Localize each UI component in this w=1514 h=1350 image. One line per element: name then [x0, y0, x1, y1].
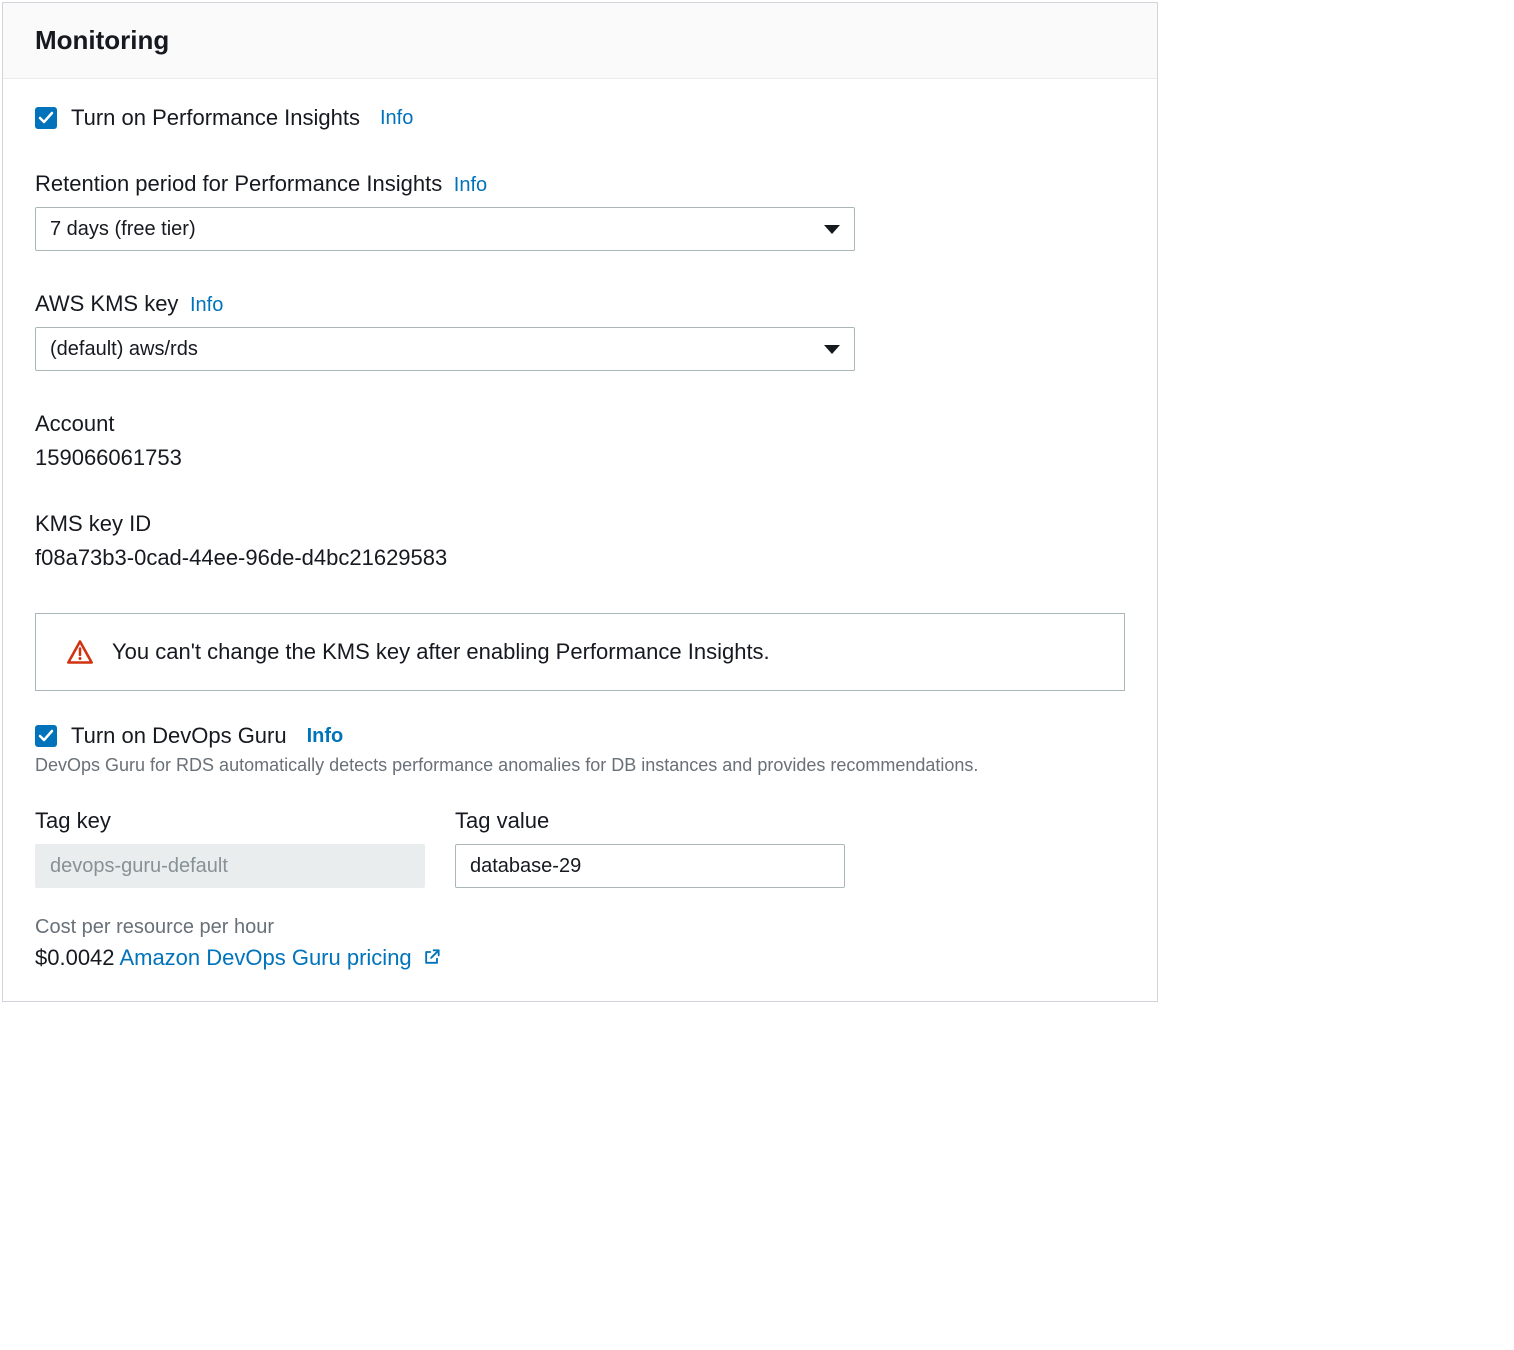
panel-title: Monitoring [35, 25, 1125, 56]
cost-value: $0.0042 [35, 945, 115, 970]
kms-key-select-value: (default) aws/rds [50, 338, 198, 361]
devops-guru-row: Turn on DevOps Guru Info [35, 723, 1125, 749]
tag-key-value: devops-guru-default [50, 855, 228, 878]
tag-value-label: Tag value [455, 808, 845, 834]
tag-value-input[interactable] [455, 844, 845, 888]
devops-guru-checkbox[interactable] [35, 725, 57, 747]
tag-key-col: Tag key devops-guru-default [35, 808, 425, 888]
panel-body: Turn on Performance Insights Info Retent… [3, 79, 1157, 1001]
devops-guru-section: Turn on DevOps Guru Info DevOps Guru for… [35, 723, 1125, 973]
devops-guru-label: Turn on DevOps Guru [71, 723, 287, 749]
check-icon [38, 728, 54, 744]
performance-insights-row: Turn on Performance Insights Info [35, 105, 1125, 131]
warning-icon [66, 638, 94, 666]
check-icon [38, 110, 54, 126]
tag-row: Tag key devops-guru-default Tag value [35, 808, 1125, 888]
retention-select-value: 7 days (free tier) [50, 218, 196, 241]
tag-key-input: devops-guru-default [35, 844, 425, 888]
monitoring-panel: Monitoring Turn on Performance Insights … [2, 2, 1158, 1002]
caret-down-icon [824, 225, 840, 234]
retention-label: Retention period for Performance Insight… [35, 171, 442, 197]
performance-insights-info-link[interactable]: Info [380, 107, 413, 130]
pricing-link[interactable]: Amazon DevOps Guru pricing [119, 945, 441, 970]
retention-info-link[interactable]: Info [454, 174, 487, 196]
retention-select[interactable]: 7 days (free tier) [35, 207, 855, 251]
kms-key-select[interactable]: (default) aws/rds [35, 327, 855, 371]
kms-key-id-label: KMS key ID [35, 511, 151, 537]
external-link-icon [422, 947, 442, 973]
panel-header: Monitoring [3, 3, 1157, 79]
performance-insights-label: Turn on Performance Insights [71, 105, 360, 131]
account-label: Account [35, 411, 115, 437]
caret-down-icon [824, 345, 840, 354]
kms-key-field: AWS KMS key Info (default) aws/rds [35, 291, 1125, 371]
devops-guru-description: DevOps Guru for RDS automatically detect… [35, 755, 1125, 776]
account-value: 159066061753 [35, 445, 1125, 471]
performance-insights-checkbox[interactable] [35, 107, 57, 129]
kms-key-label: AWS KMS key [35, 291, 178, 317]
kms-warning-alert: You can't change the KMS key after enabl… [35, 613, 1125, 691]
cost-row: $0.0042 Amazon DevOps Guru pricing [35, 945, 1125, 973]
kms-key-info-link[interactable]: Info [190, 294, 223, 316]
tag-key-label: Tag key [35, 808, 425, 834]
kms-key-id-field: KMS key ID f08a73b3-0cad-44ee-96de-d4bc2… [35, 511, 1125, 571]
pricing-link-text: Amazon DevOps Guru pricing [119, 945, 411, 970]
cost-label: Cost per resource per hour [35, 916, 1125, 939]
retention-field: Retention period for Performance Insight… [35, 171, 1125, 251]
account-field: Account 159066061753 [35, 411, 1125, 471]
kms-key-id-value: f08a73b3-0cad-44ee-96de-d4bc21629583 [35, 545, 1125, 571]
devops-guru-info-link[interactable]: Info [307, 725, 344, 748]
tag-value-col: Tag value [455, 808, 845, 888]
kms-warning-text: You can't change the KMS key after enabl… [112, 639, 770, 665]
